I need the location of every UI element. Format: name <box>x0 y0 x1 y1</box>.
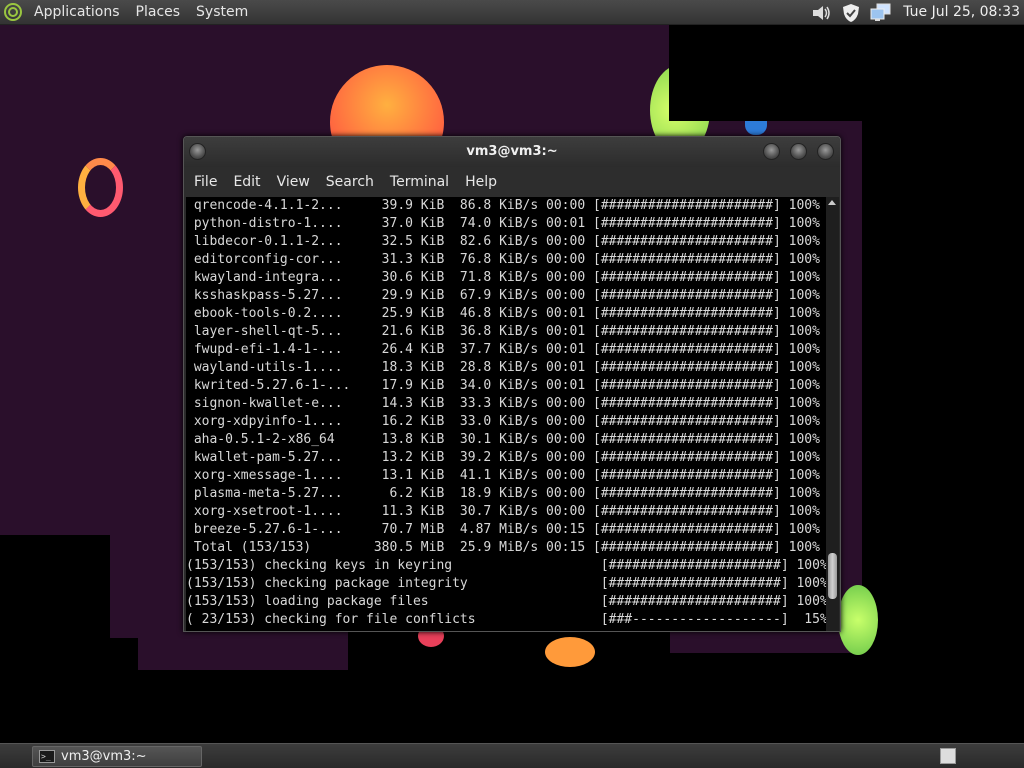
wallpaper-orange-blob <box>545 637 595 667</box>
system-menu[interactable]: System <box>188 0 256 25</box>
minimize-button[interactable] <box>763 143 780 160</box>
terminal-line: editorconfig-cor... 31.3 KiB 76.8 KiB/s … <box>186 252 820 267</box>
terminal-line: ( 23/153) checking for file conflicts [#… <box>186 612 826 627</box>
wallpaper-green-blob <box>838 585 878 655</box>
terminal-line: plasma-meta-5.27... 6.2 KiB 18.9 KiB/s 0… <box>186 486 820 501</box>
terminal-line: signon-kwallet-e... 14.3 KiB 33.3 KiB/s … <box>186 396 820 411</box>
terminal-window: vm3@vm3:~ File Edit View Search Terminal… <box>183 136 841 632</box>
terminal-line: (153/153) checking package integrity [##… <box>186 576 826 591</box>
distro-logo-icon[interactable] <box>0 0 26 25</box>
network-icon[interactable] <box>869 2 893 24</box>
terminal-line: fwupd-efi-1.4-1-... 26.4 KiB 37.7 KiB/s … <box>186 342 820 357</box>
shield-icon[interactable] <box>839 2 863 24</box>
terminal-line: qrencode-4.1.1-2... 39.9 KiB 86.8 KiB/s … <box>186 198 820 213</box>
taskbar-label: vm3@vm3:~ <box>61 749 147 764</box>
taskbar-terminal-button[interactable]: >_ vm3@vm3:~ <box>32 746 202 767</box>
menu-search[interactable]: Search <box>318 167 382 197</box>
terminal-line: layer-shell-qt-5... 21.6 KiB 36.8 KiB/s … <box>186 324 820 339</box>
bottom-panel: >_ vm3@vm3:~ <box>0 743 1024 768</box>
terminal-line: libdecor-0.1.1-2... 32.5 KiB 82.6 KiB/s … <box>186 234 820 249</box>
terminal-line: ksshaskpass-5.27... 29.9 KiB 67.9 KiB/s … <box>186 288 820 303</box>
terminal-scrollbar[interactable] <box>826 197 839 631</box>
menu-view[interactable]: View <box>269 167 318 197</box>
terminal-line: kwayland-integra... 30.6 KiB 71.8 KiB/s … <box>186 270 820 285</box>
terminal-line: ebook-tools-0.2.... 25.9 KiB 46.8 KiB/s … <box>186 306 820 321</box>
terminal-line: aha-0.5.1-2-x86_64 13.8 KiB 30.1 KiB/s 0… <box>186 432 820 447</box>
maximize-button[interactable] <box>790 143 807 160</box>
wallpaper-ring <box>78 158 123 217</box>
close-button[interactable] <box>817 143 834 160</box>
places-menu[interactable]: Places <box>128 0 189 25</box>
terminal-icon: >_ <box>39 750 55 763</box>
menu-help[interactable]: Help <box>457 167 505 197</box>
scrollbar-thumb[interactable] <box>828 553 837 599</box>
applications-menu[interactable]: Applications <box>26 0 128 25</box>
menu-file[interactable]: File <box>186 167 225 197</box>
terminal-line: breeze-5.27.6-1-... 70.7 MiB 4.87 MiB/s … <box>186 522 820 537</box>
terminal-line: kwallet-pam-5.27... 13.2 KiB 39.2 KiB/s … <box>186 450 820 465</box>
menu-terminal[interactable]: Terminal <box>382 167 457 197</box>
workspace-switcher-icon[interactable] <box>940 748 956 764</box>
terminal-line: xorg-xmessage-1.... 13.1 KiB 41.1 KiB/s … <box>186 468 820 483</box>
window-title: vm3@vm3:~ <box>466 144 558 159</box>
terminal-line: (153/153) loading package files [#######… <box>186 594 826 609</box>
terminal-output[interactable]: qrencode-4.1.1-2... 39.9 KiB 86.8 KiB/s … <box>186 197 826 631</box>
black-rect <box>669 25 1024 121</box>
terminal-menubar: File Edit View Search Terminal Help <box>184 167 840 197</box>
terminal-line: xorg-xsetroot-1.... 11.3 KiB 30.7 KiB/s … <box>186 504 820 519</box>
menu-edit[interactable]: Edit <box>225 167 268 197</box>
terminal-line: (153/153) checking keys in keyring [####… <box>186 558 826 573</box>
scroll-up-arrow-icon[interactable] <box>828 200 836 205</box>
top-panel: Applications Places System Tue Jul 25, 0… <box>0 0 1024 25</box>
system-tray: Tue Jul 25, 08:33 <box>809 0 1024 25</box>
clock[interactable]: Tue Jul 25, 08:33 <box>899 0 1024 25</box>
terminal-line: python-distro-1.... 37.0 KiB 74.0 KiB/s … <box>186 216 820 231</box>
volume-icon[interactable] <box>809 2 833 24</box>
terminal-line: wayland-utils-1.... 18.3 KiB 28.8 KiB/s … <box>186 360 820 375</box>
terminal-line: xorg-xdpyinfo-1.... 16.2 KiB 33.0 KiB/s … <box>186 414 820 429</box>
window-titlebar[interactable]: vm3@vm3:~ <box>184 137 840 167</box>
terminal-line: kwrited-5.27.6-1-... 17.9 KiB 34.0 KiB/s… <box>186 378 820 393</box>
terminal-line: Total (153/153) 380.5 MiB 25.9 MiB/s 00:… <box>186 540 820 555</box>
